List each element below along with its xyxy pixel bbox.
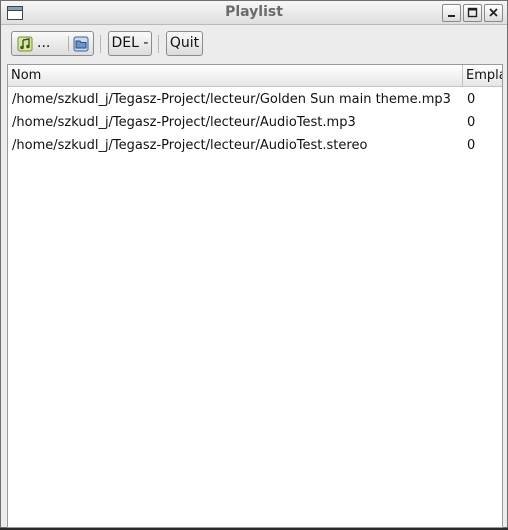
add-files-button[interactable]: ...	[11, 31, 94, 56]
add-files-label: ...	[37, 35, 51, 51]
track-slot: 0	[467, 138, 476, 153]
playlist-window: Playlist ... DEL - Quit Nom Empla /home/…	[0, 0, 508, 528]
close-icon	[489, 8, 498, 17]
toolbar-separator	[100, 35, 101, 53]
playlist-table[interactable]: Nom Empla /home/szkudl_j/Tegasz-Project/…	[7, 64, 503, 528]
track-path: /home/szkudl_j/Tegasz-Project/lecteur/Au…	[12, 115, 356, 130]
track-slot: 0	[467, 115, 476, 130]
delete-button[interactable]: DEL -	[108, 31, 152, 56]
column-header-name[interactable]: Nom	[8, 65, 461, 86]
minimize-icon	[448, 15, 455, 17]
toolbar-separator	[158, 35, 159, 53]
table-row[interactable]: /home/szkudl_j/Tegasz-Project/lecteur/Au…	[8, 135, 502, 157]
toolbar: ... DEL - Quit	[1, 25, 507, 62]
column-header-slot[interactable]: Empla	[462, 65, 502, 86]
table-row[interactable]: /home/szkudl_j/Tegasz-Project/lecteur/Go…	[8, 89, 502, 111]
maximize-icon	[467, 7, 478, 18]
track-slot: 0	[467, 92, 476, 107]
maximize-button[interactable]	[463, 4, 482, 22]
music-note-icon	[17, 36, 33, 52]
folder-icon[interactable]	[73, 36, 89, 52]
table-row[interactable]: /home/szkudl_j/Tegasz-Project/lecteur/Au…	[8, 112, 502, 134]
close-button[interactable]	[484, 4, 503, 22]
button-divider	[68, 36, 69, 51]
window-title: Playlist	[225, 4, 283, 20]
quit-button[interactable]: Quit	[166, 31, 203, 56]
title-bar[interactable]: Playlist	[1, 1, 507, 25]
table-header: Nom Empla	[8, 65, 502, 87]
track-path: /home/szkudl_j/Tegasz-Project/lecteur/Go…	[12, 92, 451, 107]
minimize-button[interactable]	[442, 4, 461, 22]
track-path: /home/szkudl_j/Tegasz-Project/lecteur/Au…	[12, 138, 368, 153]
